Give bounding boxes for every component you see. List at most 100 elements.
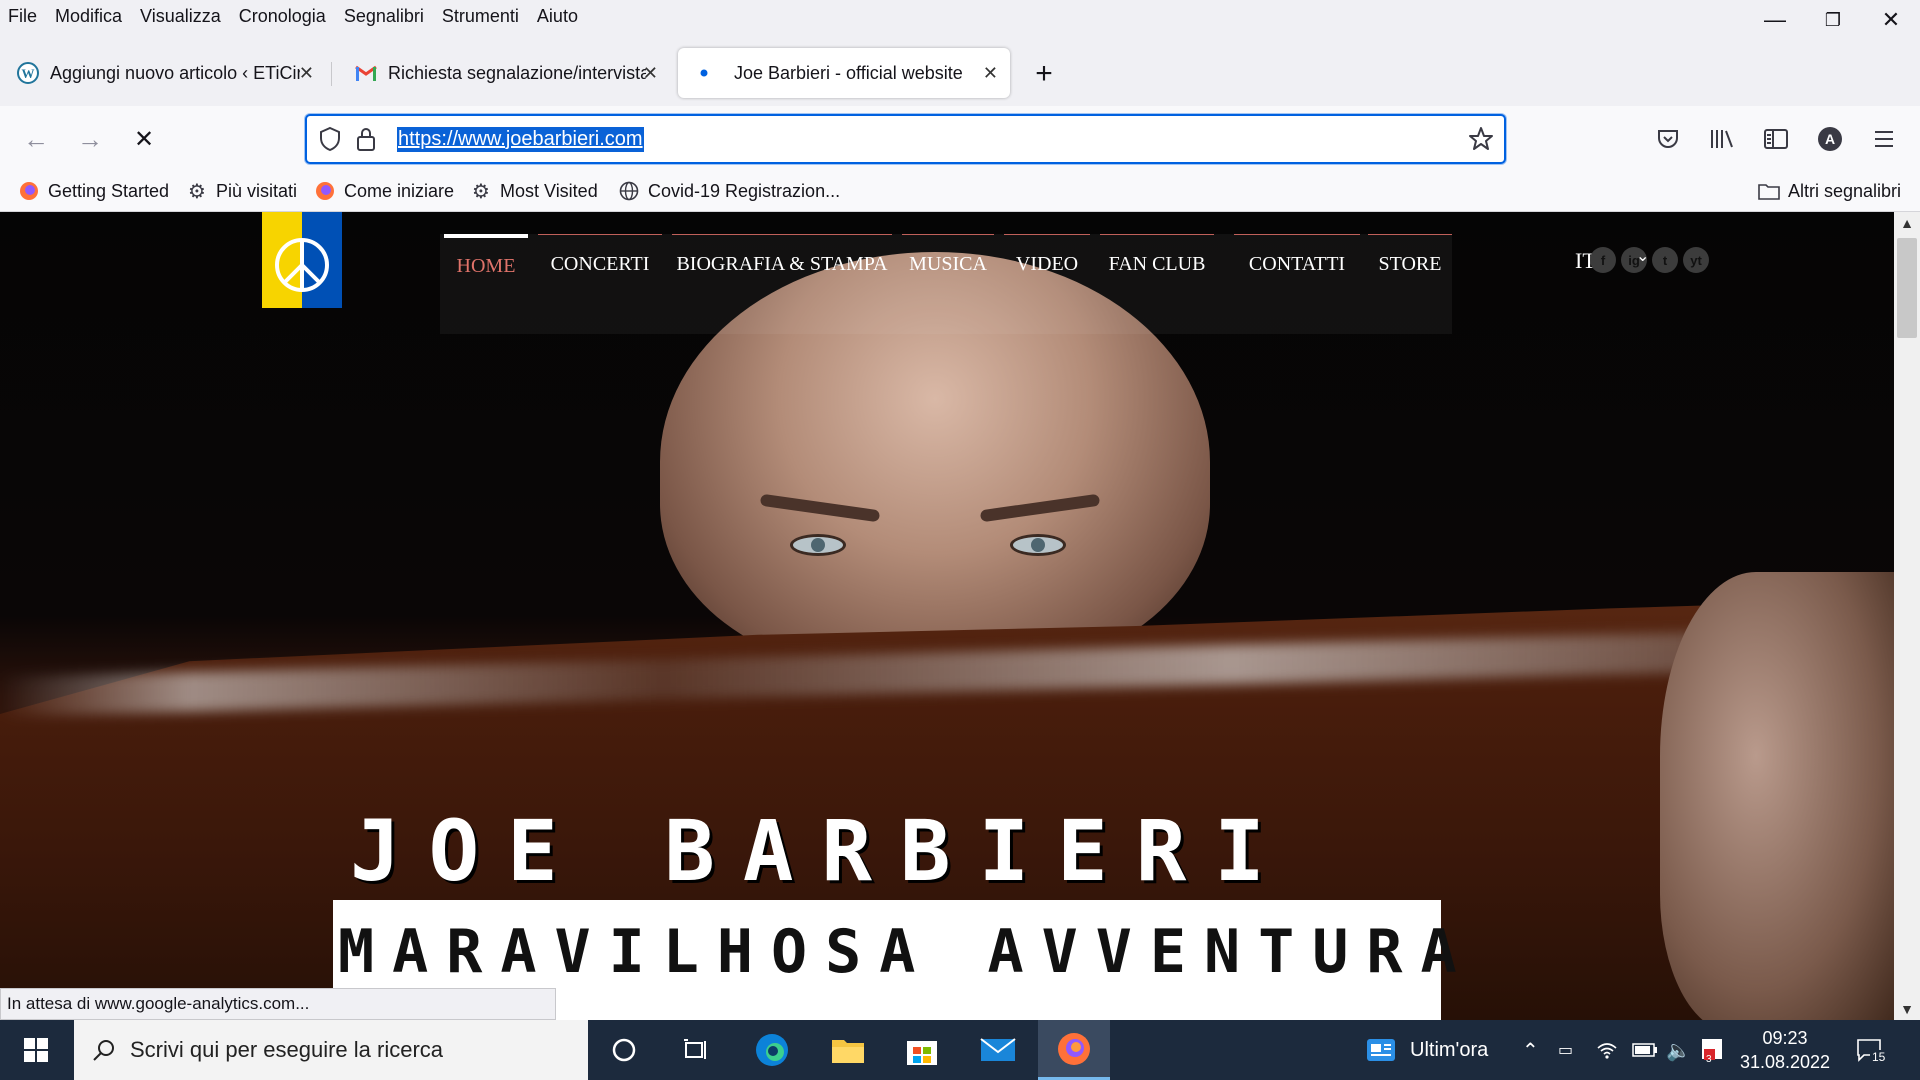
- globe-icon: [618, 180, 640, 202]
- close-tab-icon[interactable]: ✕: [299, 63, 314, 84]
- bookmark-come-iniziare[interactable]: Come iniziare: [314, 178, 454, 204]
- site-nav-store[interactable]: STORE: [1368, 234, 1452, 294]
- firefox-icon: [314, 180, 336, 202]
- status-bar: In attesa di www.google-analytics.com...: [0, 988, 556, 1020]
- hero-photo-eye: [790, 534, 846, 556]
- file-explorer-icon[interactable]: [812, 1020, 884, 1080]
- system-clock[interactable]: 09:23 31.08.2022: [1735, 1026, 1835, 1074]
- stop-button[interactable]: ✕: [126, 121, 162, 157]
- loading-dot-icon: [692, 61, 716, 85]
- mail-icon[interactable]: [962, 1020, 1034, 1080]
- windows-logo-icon: [24, 1038, 48, 1062]
- close-tab-icon[interactable]: ✕: [643, 63, 658, 84]
- site-nav-musica[interactable]: MUSICA: [902, 234, 994, 294]
- hero-subtitle: MARAVILHOSA AVVENTURA: [338, 917, 1475, 987]
- menu-cronologia[interactable]: Cronologia: [230, 6, 335, 27]
- hamburger-menu-icon[interactable]: [1868, 123, 1900, 155]
- start-button[interactable]: [0, 1020, 72, 1080]
- menu-strumenti[interactable]: Strumenti: [433, 6, 528, 27]
- wordpress-icon: W: [16, 61, 40, 85]
- volume-icon[interactable]: 🔈: [1666, 1020, 1691, 1080]
- youtube-icon[interactable]: yt: [1683, 247, 1709, 273]
- menu-modifica[interactable]: Modifica: [46, 6, 131, 27]
- bookmark-most-visited[interactable]: ⚙ Most Visited: [470, 178, 598, 204]
- antivirus-icon[interactable]: 3: [1700, 1020, 1724, 1080]
- bookmark-covid-19[interactable]: Covid-19 Registrazion...: [618, 178, 840, 204]
- navigation-toolbar: ← → ✕ https://www.joebarbieri.com A: [0, 106, 1920, 172]
- bookmark-getting-started[interactable]: Getting Started: [18, 178, 169, 204]
- svg-text:W: W: [22, 66, 35, 81]
- tab-joe-barbieri[interactable]: Joe Barbieri - official website ✕: [678, 48, 1010, 98]
- news-label: Ultim'ora: [1410, 1038, 1489, 1061]
- sidebar-icon[interactable]: [1760, 123, 1792, 155]
- site-nav-video[interactable]: VIDEO: [1004, 234, 1090, 294]
- library-icon[interactable]: [1706, 123, 1738, 155]
- tab-separator: [331, 62, 332, 86]
- account-avatar-icon[interactable]: A: [1814, 123, 1846, 155]
- windows-taskbar: Scrivi qui per eseguire la ricerca Ultim…: [0, 1020, 1920, 1080]
- menu-segnalibri[interactable]: Segnalibri: [335, 6, 433, 27]
- shield-icon[interactable]: [317, 126, 343, 157]
- bookmark-label: Covid-19 Registrazion...: [648, 180, 841, 201]
- tab-gmail[interactable]: Richiesta segnalazione/intervista ✕: [340, 48, 670, 98]
- folder-icon: [1758, 180, 1780, 202]
- scroll-down-icon[interactable]: ▼: [1894, 998, 1920, 1020]
- pocket-icon[interactable]: [1652, 123, 1684, 155]
- show-hidden-icons-chevron-icon[interactable]: ⌃: [1522, 1020, 1539, 1080]
- clock-time: 09:23: [1762, 1028, 1808, 1048]
- firefox-taskbar-icon[interactable]: [1038, 1020, 1110, 1080]
- bookmark-label: Più visitati: [216, 180, 298, 201]
- cortana-button[interactable]: [588, 1020, 660, 1080]
- menu-bar: File Modifica Visualizza Cronologia Segn…: [0, 0, 1920, 32]
- other-bookmarks[interactable]: Altri segnalibri: [1758, 178, 1901, 204]
- site-nav-home[interactable]: HOME: [444, 234, 528, 294]
- menu-aiuto[interactable]: Aiuto: [528, 6, 587, 27]
- site-nav-fan-club[interactable]: FAN CLUB: [1100, 234, 1214, 294]
- site-nav-concerti[interactable]: CONCERTI: [538, 234, 662, 294]
- address-bar[interactable]: https://www.joebarbieri.com: [305, 114, 1506, 164]
- notification-center-icon[interactable]: 15: [1856, 1020, 1888, 1080]
- tab-title: Joe Barbieri - official website: [734, 62, 963, 83]
- site-nav-biografia[interactable]: BIOGRAFIA & STAMPA: [672, 234, 892, 294]
- url-text[interactable]: https://www.joebarbieri.com: [397, 127, 644, 152]
- tab-wordpress[interactable]: W Aggiungi nuovo articolo ‹ ETiCin ✕: [2, 48, 326, 98]
- battery-icon[interactable]: [1632, 1020, 1658, 1080]
- notification-count: 15: [1870, 1050, 1888, 1064]
- hero-title: JOE BARBIERI: [350, 802, 1293, 900]
- lock-icon[interactable]: [355, 126, 377, 157]
- wifi-icon[interactable]: [1596, 1020, 1618, 1080]
- menu-visualizza[interactable]: Visualizza: [131, 6, 230, 27]
- meet-now-icon[interactable]: ▭: [1558, 1020, 1573, 1080]
- scroll-up-icon[interactable]: ▲: [1894, 212, 1920, 234]
- gmail-icon: [354, 61, 378, 85]
- twitter-icon[interactable]: t: [1652, 247, 1678, 273]
- scrollbar-thumb[interactable]: [1897, 238, 1917, 338]
- task-view-button[interactable]: [660, 1020, 732, 1080]
- site-nav-contatti[interactable]: CONTATTI: [1234, 234, 1360, 294]
- svg-text:A: A: [1825, 131, 1835, 147]
- microsoft-store-icon[interactable]: [886, 1020, 958, 1080]
- close-tab-icon[interactable]: ✕: [983, 63, 998, 84]
- facebook-icon[interactable]: f: [1590, 247, 1616, 273]
- news-widget[interactable]: Ultim'ora: [1366, 1020, 1488, 1080]
- chevron-down-icon[interactable]: ⌄: [1636, 246, 1649, 266]
- new-tab-button[interactable]: +: [1026, 56, 1062, 92]
- site-logo[interactable]: [262, 212, 342, 308]
- news-icon: [1367, 1039, 1395, 1061]
- peace-icon: [275, 238, 329, 292]
- bookmarks-toolbar: Getting Started ⚙ Più visitati Come iniz…: [0, 172, 1920, 212]
- back-button[interactable]: ←: [18, 121, 54, 157]
- edge-browser-icon[interactable]: [736, 1020, 808, 1080]
- bookmark-piu-visitati[interactable]: ⚙ Più visitati: [186, 178, 297, 204]
- page-viewport: HOME CONCERTI BIOGRAFIA & STAMPA MUSICA …: [0, 212, 1894, 1020]
- taskbar-search-box[interactable]: Scrivi qui per eseguire la ricerca: [74, 1020, 588, 1080]
- menu-file[interactable]: File: [0, 6, 46, 27]
- bookmark-label: Getting Started: [48, 180, 170, 201]
- gear-icon: ⚙: [472, 180, 490, 203]
- forward-button[interactable]: →: [72, 121, 108, 157]
- page-scrollbar[interactable]: ▲ ▼: [1894, 212, 1920, 1020]
- bookmark-star-icon[interactable]: [1468, 126, 1494, 157]
- hero-photo-eye: [1010, 534, 1066, 556]
- tab-title: Aggiungi nuovo articolo ‹ ETiCin: [50, 62, 300, 83]
- other-bookmarks-label: Altri segnalibri: [1788, 180, 1902, 201]
